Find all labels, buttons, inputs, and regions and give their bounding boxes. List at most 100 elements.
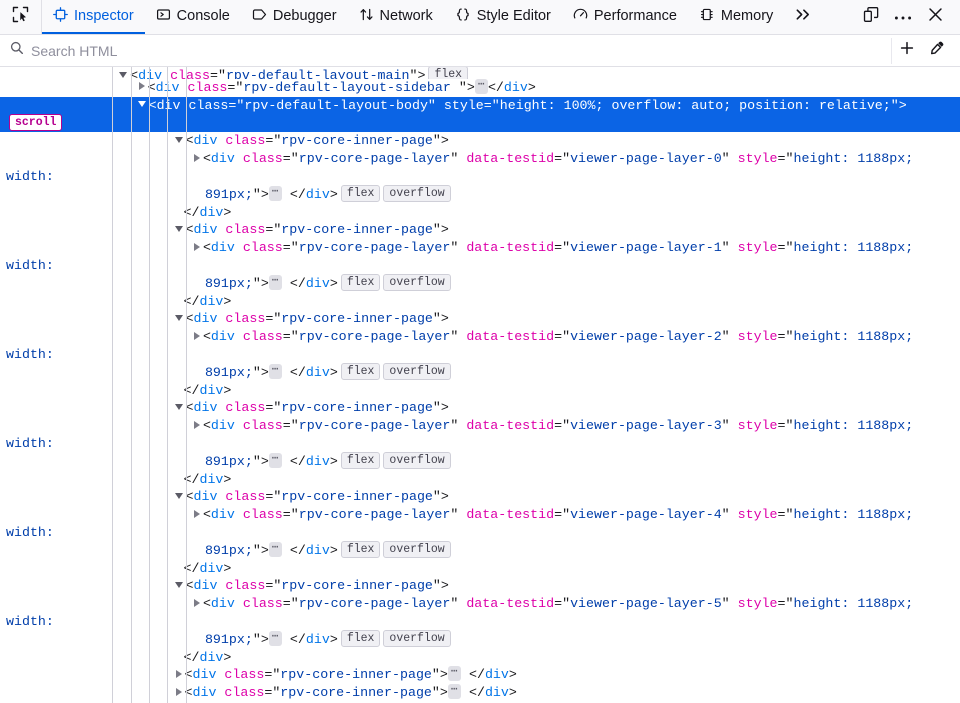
twisty-collapsed-icon[interactable] xyxy=(193,509,200,518)
badge-flex[interactable]: flex xyxy=(340,540,381,558)
markup-view[interactable]: <div class="rpv-default-layout-main"> fle… xyxy=(0,67,960,703)
twisty-expanded-icon[interactable] xyxy=(174,581,183,588)
badge-flex[interactable]: flex xyxy=(340,184,381,202)
markup-node[interactable]: </div> xyxy=(0,560,960,578)
token-punct: = xyxy=(282,240,291,256)
close-icon xyxy=(927,6,944,28)
token-tag: div xyxy=(199,471,224,487)
badge-overflow[interactable]: overflow xyxy=(383,362,451,380)
markup-node[interactable]: <div class="rpv-core-inner-page"> xyxy=(0,132,960,150)
markup-node[interactable]: <div class="rpv-default-layout-main"> fle… xyxy=(0,67,960,79)
twisty-collapsed-icon[interactable] xyxy=(193,420,200,429)
badge-flex[interactable]: flex xyxy=(340,451,381,469)
tab-debugger[interactable]: Debugger xyxy=(241,0,348,34)
token-quote: " xyxy=(562,329,571,345)
responsive-design-mode-button[interactable] xyxy=(856,3,886,31)
collapsed-children-ellipsis[interactable]: ⋯ xyxy=(268,185,282,201)
markup-node[interactable]: <div class="rpv-default-layout-sidebar "… xyxy=(0,78,960,97)
token-punct: > xyxy=(329,542,338,558)
performance-icon xyxy=(573,7,588,26)
tab-style-editor[interactable]: Style Editor xyxy=(444,0,562,34)
collapsed-children-ellipsis[interactable]: ⋯ xyxy=(447,684,461,700)
badge-overflow[interactable]: overflow xyxy=(383,451,451,469)
markup-node[interactable]: </div> xyxy=(0,471,960,489)
search-input[interactable] xyxy=(31,42,885,59)
collapsed-children-ellipsis[interactable]: ⋯ xyxy=(268,630,282,646)
eyedropper-button[interactable] xyxy=(922,38,952,64)
token-tag: div xyxy=(305,275,330,291)
markup-node[interactable]: <div class="rpv-core-inner-page"> xyxy=(0,221,960,239)
tab-performance[interactable]: Performance xyxy=(562,0,688,34)
badge-flex[interactable]: flex xyxy=(428,67,469,79)
create-new-node-button[interactable] xyxy=(892,38,922,64)
markup-node[interactable]: <div class="rpv-core-inner-page"> xyxy=(0,310,960,328)
markup-node[interactable]: <div class="rpv-core-page-layer" data-te… xyxy=(0,239,960,292)
markup-node[interactable]: <div class="rpv-core-inner-page"> xyxy=(0,488,960,506)
token-attr-name: class xyxy=(225,222,266,238)
collapsed-children-ellipsis[interactable]: ⋯ xyxy=(268,541,282,557)
markup-node[interactable]: </div> xyxy=(0,649,960,667)
markup-node[interactable]: </div> xyxy=(0,204,960,222)
markup-node[interactable]: </div> xyxy=(0,382,960,400)
twisty-expanded-icon[interactable] xyxy=(174,136,183,143)
twisty-expanded-icon[interactable] xyxy=(119,71,128,78)
tab-label: Console xyxy=(176,7,230,24)
search-field-wrapper[interactable] xyxy=(0,41,885,60)
token-attr-name: style xyxy=(443,97,484,113)
token-quote: " xyxy=(432,489,441,505)
twisty-collapsed-icon[interactable] xyxy=(193,331,200,340)
collapsed-children-ellipsis[interactable]: ⋯ xyxy=(447,666,461,682)
twisty-expanded-icon[interactable] xyxy=(174,403,183,410)
tab-overflow-button[interactable] xyxy=(784,0,823,34)
twisty-collapsed-icon[interactable] xyxy=(193,242,200,251)
badge-flex[interactable]: flex xyxy=(340,273,381,291)
collapsed-children-ellipsis[interactable]: ⋯ xyxy=(268,363,282,379)
token-quote: " xyxy=(450,507,459,523)
token-punct: </ xyxy=(281,186,306,202)
badge-flex[interactable]: flex xyxy=(340,362,381,380)
tab-console[interactable]: Console xyxy=(145,0,241,34)
element-picker-button[interactable] xyxy=(0,0,42,34)
token-punct: < xyxy=(202,151,211,167)
badge-overflow[interactable]: overflow xyxy=(383,629,451,647)
token-tag: div xyxy=(210,240,235,256)
badge-overflow[interactable]: overflow xyxy=(383,273,451,291)
badge-overflow[interactable]: overflow xyxy=(383,540,451,558)
markup-node[interactable]: <div class="rpv-core-page-layer" data-te… xyxy=(0,595,960,648)
markup-node[interactable]: </div> xyxy=(0,293,960,311)
indent-guide-2 xyxy=(149,67,150,703)
devtools-toolbar: Inspector Console Debugger Network Style… xyxy=(0,0,960,35)
markup-node[interactable]: <div class="rpv-core-page-layer" data-te… xyxy=(0,150,960,203)
collapsed-children-ellipsis[interactable]: ⋯ xyxy=(474,78,488,94)
twisty-expanded-icon[interactable] xyxy=(174,314,183,321)
markup-node-selected[interactable]: <div class="rpv-default-layout-body" sty… xyxy=(0,96,960,133)
token-attr-value: rpv-core-page-layer xyxy=(298,507,451,523)
markup-node[interactable]: <div class="rpv-core-inner-page"> xyxy=(0,399,960,417)
badge-flex[interactable]: flex xyxy=(340,629,381,647)
token-tag: div xyxy=(210,418,235,434)
twisty-collapsed-icon[interactable] xyxy=(193,153,200,162)
twisty-collapsed-icon[interactable] xyxy=(175,687,182,696)
tab-inspector[interactable]: Inspector xyxy=(42,0,145,34)
twisty-expanded-icon[interactable] xyxy=(174,225,183,232)
tab-label: Memory xyxy=(720,7,774,24)
twisty-expanded-icon[interactable] xyxy=(137,101,146,108)
markup-node[interactable]: <div class="rpv-core-page-layer" data-te… xyxy=(0,328,960,381)
close-devtools-button[interactable] xyxy=(920,3,950,31)
twisty-collapsed-icon[interactable] xyxy=(193,598,200,607)
badge-overflow[interactable]: overflow xyxy=(383,184,451,202)
badge-scroll[interactable]: scroll xyxy=(9,113,63,131)
markup-node[interactable]: <div class="rpv-core-inner-page"> ⋯ </div… xyxy=(0,666,960,684)
tab-memory[interactable]: Memory xyxy=(688,0,784,34)
tab-network[interactable]: Network xyxy=(348,0,444,34)
markup-node[interactable]: <div class="rpv-core-inner-page"> ⋯ </div… xyxy=(0,684,960,702)
collapsed-children-ellipsis[interactable]: ⋯ xyxy=(268,452,282,468)
twisty-expanded-icon[interactable] xyxy=(174,492,183,499)
twisty-collapsed-icon[interactable] xyxy=(138,82,145,91)
markup-node[interactable]: <div class="rpv-core-page-layer" data-te… xyxy=(0,417,960,470)
markup-node[interactable]: <div class="rpv-core-page-layer" data-te… xyxy=(0,506,960,559)
collapsed-children-ellipsis[interactable]: ⋯ xyxy=(268,274,282,290)
devtools-options-button[interactable] xyxy=(888,3,918,31)
twisty-collapsed-icon[interactable] xyxy=(175,669,182,678)
markup-node[interactable]: <div class="rpv-core-inner-page"> xyxy=(0,577,960,595)
